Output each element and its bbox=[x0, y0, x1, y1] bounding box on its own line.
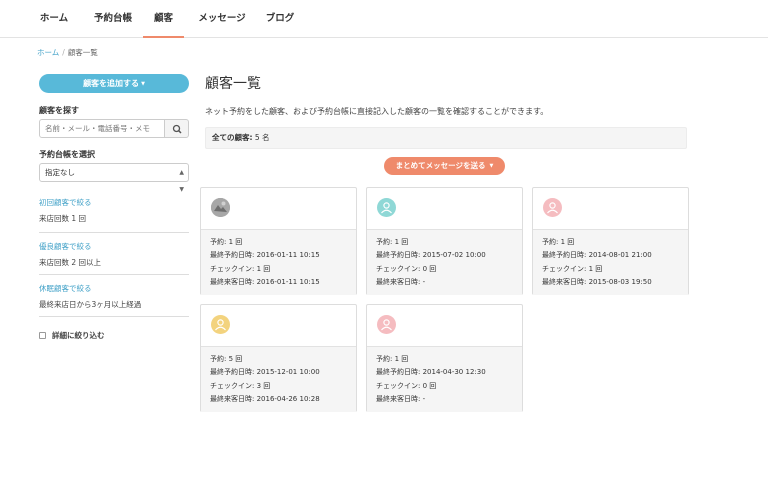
customer-card[interactable]: 予約: 1 回 最終予約日時: 2014-04-30 12:30 チェックイン:… bbox=[366, 304, 523, 412]
avatar bbox=[211, 315, 230, 334]
page-title: 顧客一覧 bbox=[205, 76, 261, 92]
tab-blog[interactable]: ブログ bbox=[259, 0, 301, 38]
last-reserved: 最終予約日時: 2014-08-01 21:00 bbox=[542, 251, 652, 260]
filter-dormant: 休眠顧客で絞る 最終来店日から3ヶ月以上経過 bbox=[39, 274, 189, 316]
avatar-photo bbox=[211, 198, 230, 217]
customer-card[interactable]: 予約: 5 回 最終予約日時: 2015-12-01 10:00 チェックイン:… bbox=[200, 304, 357, 412]
avatar bbox=[377, 198, 396, 217]
bulk-message-label: まとめてメッセージを送る bbox=[395, 161, 486, 170]
last-reserved: 最終予約日時: 2014-04-30 12:30 bbox=[376, 368, 486, 377]
breadcrumb-separator: / bbox=[62, 48, 65, 57]
filter-loyal-link[interactable]: 優良顧客で絞る bbox=[39, 241, 189, 252]
breadcrumb: ホーム / 顧客一覧 bbox=[37, 47, 98, 58]
filter-loyal-desc: 来店回数 2 回以上 bbox=[39, 258, 102, 267]
customer-info: 予約: 1 回 最終予約日時: 2016-01-11 10:15 チェックイン:… bbox=[201, 229, 356, 295]
reservation-count: 予約: 1 回 bbox=[542, 238, 575, 246]
last-visit: 最終来客日時: - bbox=[376, 394, 426, 403]
top-nav: ホーム 予約台帳 顧客 メッセージ ブログ bbox=[0, 0, 768, 38]
customer-info: 予約: 5 回 最終予約日時: 2015-12-01 10:00 チェックイン:… bbox=[201, 346, 356, 412]
tab-home[interactable]: ホーム bbox=[31, 0, 77, 38]
reservation-count: 予約: 1 回 bbox=[376, 355, 409, 363]
reservation-count: 予約: 5 回 bbox=[210, 355, 243, 363]
total-value: 5 名 bbox=[254, 133, 270, 142]
filter-dormant-link[interactable]: 休眠顧客で絞る bbox=[39, 283, 189, 294]
search-button[interactable] bbox=[164, 119, 189, 138]
filter-divider bbox=[39, 316, 189, 317]
avatar bbox=[377, 315, 396, 334]
last-visit: 最終来客日時: 2016-01-11 10:15 bbox=[210, 277, 320, 286]
customer-card[interactable]: 予約: 1 回 最終予約日時: 2015-07-02 10:00 チェックイン:… bbox=[366, 187, 523, 295]
detail-filter-label: 詳細に絞り込む bbox=[52, 331, 105, 340]
detail-filter-toggle[interactable]: 詳細に絞り込む bbox=[39, 330, 105, 341]
tab-messages[interactable]: メッセージ bbox=[189, 0, 255, 38]
last-visit: 最終来客日時: - bbox=[376, 277, 426, 286]
customer-card[interactable]: 予約: 1 回 最終予約日時: 2016-01-11 10:15 チェックイン:… bbox=[200, 187, 357, 295]
search-group bbox=[39, 119, 189, 138]
photo-avatar-icon bbox=[211, 198, 230, 217]
last-reserved: 最終予約日時: 2015-07-02 10:00 bbox=[376, 251, 486, 260]
customer-info: 予約: 1 回 最終予約日時: 2014-04-30 12:30 チェックイン:… bbox=[367, 346, 522, 412]
breadcrumb-home-link[interactable]: ホーム bbox=[37, 48, 59, 57]
filter-loyal: 優良顧客で絞る 来店回数 2 回以上 bbox=[39, 232, 189, 272]
add-customer-button[interactable]: 顧客を追加する ▼ bbox=[39, 74, 189, 93]
checkin-count: チェックイン: 0 回 bbox=[376, 264, 437, 273]
search-label: 顧客を探す bbox=[39, 106, 79, 115]
last-reserved: 最終予約日時: 2016-01-11 10:15 bbox=[210, 251, 320, 260]
user-icon bbox=[547, 202, 558, 214]
search-input[interactable] bbox=[39, 119, 165, 138]
bulk-message-button[interactable]: まとめてメッセージを送る ▼ bbox=[384, 157, 505, 175]
last-visit: 最終来客日時: 2015-08-03 19:50 bbox=[542, 277, 652, 286]
filter-first-time: 初回顧客で絞る 来店回数 1 回 bbox=[39, 189, 189, 229]
filter-dormant-desc: 最終来店日から3ヶ月以上経過 bbox=[39, 300, 142, 309]
reservation-count: 予約: 1 回 bbox=[210, 238, 243, 246]
tab-reservation-book[interactable]: 予約台帳 bbox=[86, 0, 140, 38]
customer-card[interactable]: 予約: 1 回 最終予約日時: 2014-08-01 21:00 チェックイン:… bbox=[532, 187, 689, 295]
user-icon bbox=[381, 319, 392, 331]
filter-first-time-link[interactable]: 初回顧客で絞る bbox=[39, 197, 189, 208]
last-visit: 最終来客日時: 2016-04-26 10:28 bbox=[210, 394, 320, 403]
filter-first-time-desc: 来店回数 1 回 bbox=[39, 214, 87, 223]
checkin-count: チェックイン: 3 回 bbox=[210, 381, 271, 390]
caret-down-icon: ▼ bbox=[141, 81, 145, 87]
checkin-count: チェックイン: 1 回 bbox=[542, 264, 603, 273]
page-description: ネット予約をした顧客、および予約台帳に直接記入した顧客の一覧を確認することができ… bbox=[205, 107, 549, 116]
breadcrumb-current: 顧客一覧 bbox=[67, 48, 98, 57]
user-icon bbox=[215, 319, 226, 331]
checkin-count: チェックイン: 1 回 bbox=[210, 264, 271, 273]
avatar bbox=[543, 198, 562, 217]
add-customer-label: 顧客を追加する bbox=[83, 79, 140, 88]
select-label: 予約台帳を選択 bbox=[39, 150, 95, 159]
tab-customers[interactable]: 顧客 bbox=[143, 0, 184, 38]
customer-info: 予約: 1 回 最終予約日時: 2014-08-01 21:00 チェックイン:… bbox=[533, 229, 688, 295]
caret-down-icon: ▼ bbox=[489, 163, 494, 169]
last-reserved: 最終予約日時: 2015-12-01 10:00 bbox=[210, 368, 320, 377]
checkin-count: チェックイン: 0 回 bbox=[376, 381, 437, 390]
reservation-book-select[interactable]: 指定なし ▲ ▼ bbox=[39, 163, 189, 193]
select-value: 指定なし bbox=[45, 168, 75, 177]
total-customers-bar: 全ての顧客: 5 名 bbox=[205, 127, 687, 149]
total-label: 全ての顧客: bbox=[212, 133, 253, 142]
customer-info: 予約: 1 回 最終予約日時: 2015-07-02 10:00 チェックイン:… bbox=[367, 229, 522, 295]
reservation-count: 予約: 1 回 bbox=[376, 238, 409, 246]
checkbox-icon[interactable] bbox=[39, 332, 46, 339]
user-icon bbox=[381, 202, 392, 214]
search-icon bbox=[172, 124, 182, 134]
